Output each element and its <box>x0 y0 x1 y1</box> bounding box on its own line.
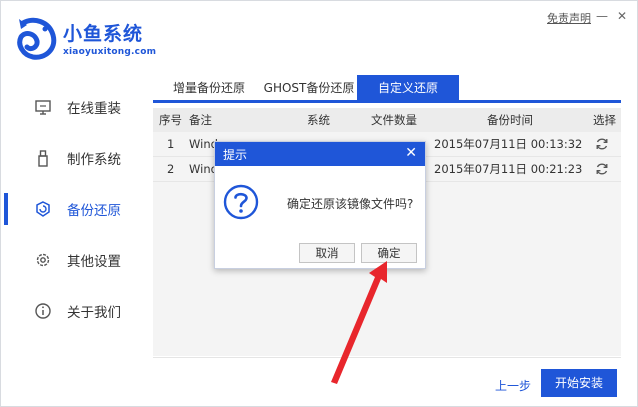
sidebar-item-backup-restore[interactable]: 备份还原 <box>1 187 153 231</box>
brand: 小鱼系统 xiaoyuxitong.com <box>63 19 156 57</box>
previous-step-button[interactable]: 上一步 <box>495 377 531 394</box>
confirm-button[interactable]: 确定 <box>361 243 417 263</box>
row-index: 2 <box>167 162 175 176</box>
tab-bar: 增量备份还原 GHOST备份还原 自定义还原 <box>153 75 621 103</box>
table-header: 序号 备注 系统 文件数量 备份时间 选择 <box>153 108 621 132</box>
monitor-icon <box>35 100 51 115</box>
restore-refresh-icon[interactable] <box>595 162 609 176</box>
column-header-note: 备注 <box>189 113 212 127</box>
info-icon <box>35 303 51 319</box>
footer-divider <box>153 357 621 358</box>
sidebar-item-label: 其他设置 <box>67 254 121 270</box>
question-icon <box>223 184 259 220</box>
column-header-system: 系统 <box>307 113 330 127</box>
sidebar: 在线重装 制作系统 备份还原 其他设置 关于我们 <box>1 73 153 407</box>
sidebar-item-other-settings[interactable]: 其他设置 <box>1 238 153 282</box>
column-header-file-count: 文件数量 <box>371 113 417 127</box>
sidebar-item-label: 制作系统 <box>67 152 121 168</box>
disclaimer-link[interactable]: 免责声明 <box>547 10 591 26</box>
restore-refresh-icon[interactable] <box>595 137 609 151</box>
sidebar-item-label: 在线重装 <box>67 101 121 117</box>
start-install-button[interactable]: 开始安装 <box>541 369 617 397</box>
column-header-select: 选择 <box>593 113 616 127</box>
sidebar-item-label: 关于我们 <box>67 305 121 321</box>
close-window-button[interactable]: ✕ <box>615 9 629 23</box>
sidebar-item-make-system[interactable]: 制作系统 <box>1 136 153 180</box>
backup-icon <box>36 201 50 217</box>
column-header-index: 序号 <box>159 113 182 127</box>
dialog-close-icon[interactable]: ✕ <box>405 145 417 161</box>
dialog-title-bar: 提示 ✕ <box>215 142 425 166</box>
sidebar-item-about-us[interactable]: 关于我们 <box>1 289 153 333</box>
row-backup-time: 2015年07月11日 00:13:32 <box>434 137 583 151</box>
tab-custom-restore[interactable]: 自定义还原 <box>357 75 459 101</box>
row-backup-time: 2015年07月11日 00:21:23 <box>434 162 583 176</box>
sidebar-item-label: 备份还原 <box>67 203 121 219</box>
brand-name: 小鱼系统 <box>63 23 144 45</box>
sidebar-item-online-reinstall[interactable]: 在线重装 <box>1 85 153 129</box>
usb-icon <box>38 150 48 167</box>
row-index: 1 <box>167 137 175 151</box>
cancel-button[interactable]: 取消 <box>299 243 355 263</box>
tab-ghost-backup[interactable]: GHOST备份还原 <box>259 75 359 101</box>
dialog-title: 提示 <box>223 148 248 162</box>
fish-logo-icon <box>17 17 57 60</box>
gear-icon <box>36 253 50 267</box>
minimize-button[interactable]: — <box>595 9 609 23</box>
app-window: 小鱼系统 xiaoyuxitong.com 免责声明 — ✕ 在线重装 制作系统 <box>0 0 638 407</box>
tab-incremental-backup[interactable]: 增量备份还原 <box>161 75 257 101</box>
confirm-dialog: 提示 ✕ 确定还原该镜像文件吗? 取消 确定 <box>214 141 426 269</box>
column-header-backup-time: 备份时间 <box>487 113 533 127</box>
dialog-message: 确定还原该镜像文件吗? <box>287 197 414 211</box>
brand-subtitle: xiaoyuxitong.com <box>63 47 157 57</box>
